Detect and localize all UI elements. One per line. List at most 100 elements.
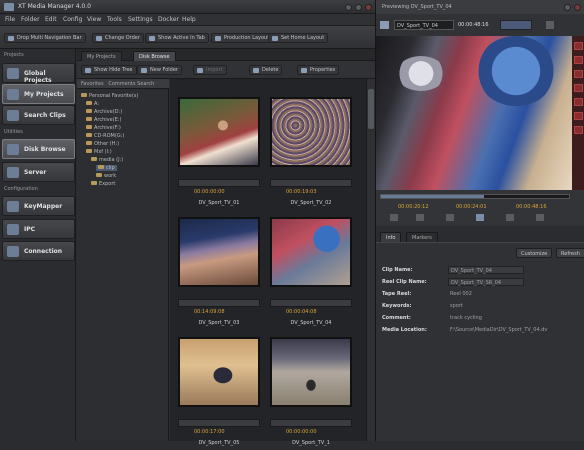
tab-disk-browse[interactable]: Disk Browse: [133, 51, 176, 61]
go-end-button[interactable]: [536, 214, 544, 221]
menu-edit[interactable]: Edit: [45, 16, 57, 23]
marker-button[interactable]: [574, 84, 583, 92]
import-button[interactable]: Import: [193, 65, 227, 75]
tab-my-projects[interactable]: My Projects: [81, 51, 122, 61]
clip-thumbnail[interactable]: [270, 97, 352, 167]
tree-node[interactable]: Personal Favorite(s): [81, 93, 138, 99]
maximize-button[interactable]: [355, 4, 362, 11]
menu-config[interactable]: Config: [63, 16, 82, 23]
player-close-button[interactable]: [574, 4, 581, 11]
tree-tab-search[interactable]: Comments Search: [108, 81, 154, 87]
marker-button[interactable]: [574, 126, 583, 134]
play-button[interactable]: [476, 214, 484, 221]
new-folder-button[interactable]: New Folder: [137, 65, 182, 75]
nav-item-global-projects[interactable]: Global Projects: [2, 63, 75, 84]
nav-item-keymapper[interactable]: KeyMapper: [2, 196, 75, 216]
clip-scrub-bar[interactable]: [178, 179, 260, 187]
nav-item-my-projects[interactable]: My Projects: [2, 84, 75, 104]
refresh-button[interactable]: Refresh: [556, 248, 584, 258]
customize-button[interactable]: Customize: [516, 248, 553, 258]
go-start-button[interactable]: [390, 214, 398, 221]
folder-tree: Favorites Comments Search Personal Favor…: [77, 79, 169, 441]
clip-thumbnail[interactable]: [270, 217, 352, 287]
tree-node-selected[interactable]: clip: [96, 165, 117, 171]
tree-node[interactable]: work: [96, 173, 116, 179]
menu-file[interactable]: File: [5, 16, 15, 23]
tree-node[interactable]: A:: [86, 101, 99, 107]
menu-docker[interactable]: Docker: [158, 16, 179, 23]
clip-scrub-bar[interactable]: [178, 299, 260, 307]
scrollbar-thumb[interactable]: [368, 89, 374, 129]
timeline-scrub-bar[interactable]: [380, 194, 570, 199]
tree-node[interactable]: media (J:): [91, 157, 123, 163]
marker-button[interactable]: [574, 98, 583, 106]
transport-controls: 00:00:20:12 00:00:24:01 00:00:48:16: [376, 190, 584, 226]
clip-tile[interactable]: 00:00:00:00 DV_Sport_TV_1: [266, 333, 356, 450]
toolbar-button-navigation[interactable]: Drop Multi Navigation Bar: [4, 33, 86, 43]
tab-info[interactable]: Info: [380, 232, 402, 242]
close-button[interactable]: [365, 4, 372, 11]
menu-view[interactable]: View: [87, 16, 101, 23]
nav-item-search-clips[interactable]: Search Clips: [2, 105, 75, 125]
properties-button[interactable]: Properties: [297, 65, 340, 75]
clip-select[interactable]: DV_Sport_TV_04: [394, 20, 454, 30]
marker-button[interactable]: [574, 42, 583, 50]
tab-markers[interactable]: Markers: [406, 232, 438, 242]
clip-thumbnail[interactable]: [178, 217, 260, 287]
nav-item-disk-browse[interactable]: Disk Browse: [2, 139, 75, 159]
camera-icon[interactable]: [380, 21, 389, 29]
forward-button[interactable]: [506, 214, 514, 221]
nav-item-connection[interactable]: Connection: [2, 241, 75, 261]
show-hide-tree-button[interactable]: Show Hide Tree: [81, 65, 137, 75]
clip-name-field[interactable]: DV_Sport_TV_04: [448, 266, 524, 274]
tree-node[interactable]: Archive(D:): [86, 109, 122, 115]
reel-clip-name-field[interactable]: DV_Sport_TV_SR_04: [448, 278, 524, 286]
menu-folder[interactable]: Folder: [21, 16, 40, 23]
folder-icon: [98, 165, 104, 169]
clip-tile[interactable]: 00:00:19:03 DV_Sport_TV_02: [266, 93, 356, 210]
marker-button[interactable]: [574, 112, 583, 120]
clip-tile[interactable]: 00:00:00:00 DV_Sport_TV_01: [174, 93, 264, 210]
tree-node[interactable]: Other (H:): [86, 141, 119, 147]
rewind-button[interactable]: [446, 214, 454, 221]
tree-node[interactable]: Export: [91, 181, 115, 187]
toolbar-button-home-layout[interactable]: Set Home Layout: [268, 33, 329, 43]
tree-node[interactable]: CD-ROM(G:): [86, 133, 124, 139]
player-minimize-button[interactable]: [564, 4, 571, 11]
clip-thumbnail[interactable]: [178, 97, 260, 167]
clip-tile[interactable]: 00:14:09:08 DV_Sport_TV_03: [174, 213, 264, 330]
clip-tile[interactable]: 00:00:04:08 DV_Sport_TV_04: [266, 213, 356, 330]
clip-scrub-bar[interactable]: [270, 179, 352, 187]
tree-tab-favorites[interactable]: Favorites: [81, 81, 104, 87]
main-toolbar: Drop Multi Navigation Bar Change Order S…: [0, 26, 375, 49]
clip-scrub-bar[interactable]: [270, 419, 352, 427]
zoom-select[interactable]: [500, 20, 532, 30]
toolbar-button-active-tab[interactable]: Show Active In Tab: [145, 33, 209, 43]
clip-scrub-bar[interactable]: [178, 419, 260, 427]
clip-tile[interactable]: 00:00:17:00 DV_Sport_TV_05: [174, 333, 264, 450]
clip-grid-scrollbar[interactable]: [366, 79, 375, 441]
clip-scrub-bar[interactable]: [270, 299, 352, 307]
marker-button[interactable]: [574, 70, 583, 78]
clip-thumbnail[interactable]: [178, 337, 260, 407]
nav-item-server[interactable]: Server: [2, 162, 75, 182]
media-location-field[interactable]: F:\Source\MediaDir\DV_Sport_TV_04.dv: [448, 326, 578, 334]
delete-button[interactable]: Delete: [249, 65, 283, 75]
tree-node[interactable]: Archive(F:): [86, 125, 121, 131]
nav-item-ipc[interactable]: IPC: [2, 219, 75, 239]
menu-settings[interactable]: Settings: [128, 16, 153, 23]
toolbar-button-order[interactable]: Change Order: [92, 33, 144, 43]
tape-reel-field[interactable]: Reel 002: [448, 290, 524, 298]
step-back-button[interactable]: [416, 214, 424, 221]
marker-button[interactable]: [574, 56, 583, 64]
minimize-button[interactable]: [345, 4, 352, 11]
menu-tools[interactable]: Tools: [107, 16, 122, 23]
tree-node[interactable]: Archive(E:): [86, 117, 121, 123]
tree-node[interactable]: Mxf (I:): [86, 149, 112, 155]
menu-help[interactable]: Help: [182, 16, 196, 23]
toolbar-button-production-layout[interactable]: Production Layout: [211, 33, 274, 43]
keywords-field[interactable]: sport: [448, 302, 524, 310]
clip-thumbnail[interactable]: [270, 337, 352, 407]
comment-field[interactable]: track cycling: [448, 314, 524, 322]
settings-icon[interactable]: [546, 21, 554, 29]
